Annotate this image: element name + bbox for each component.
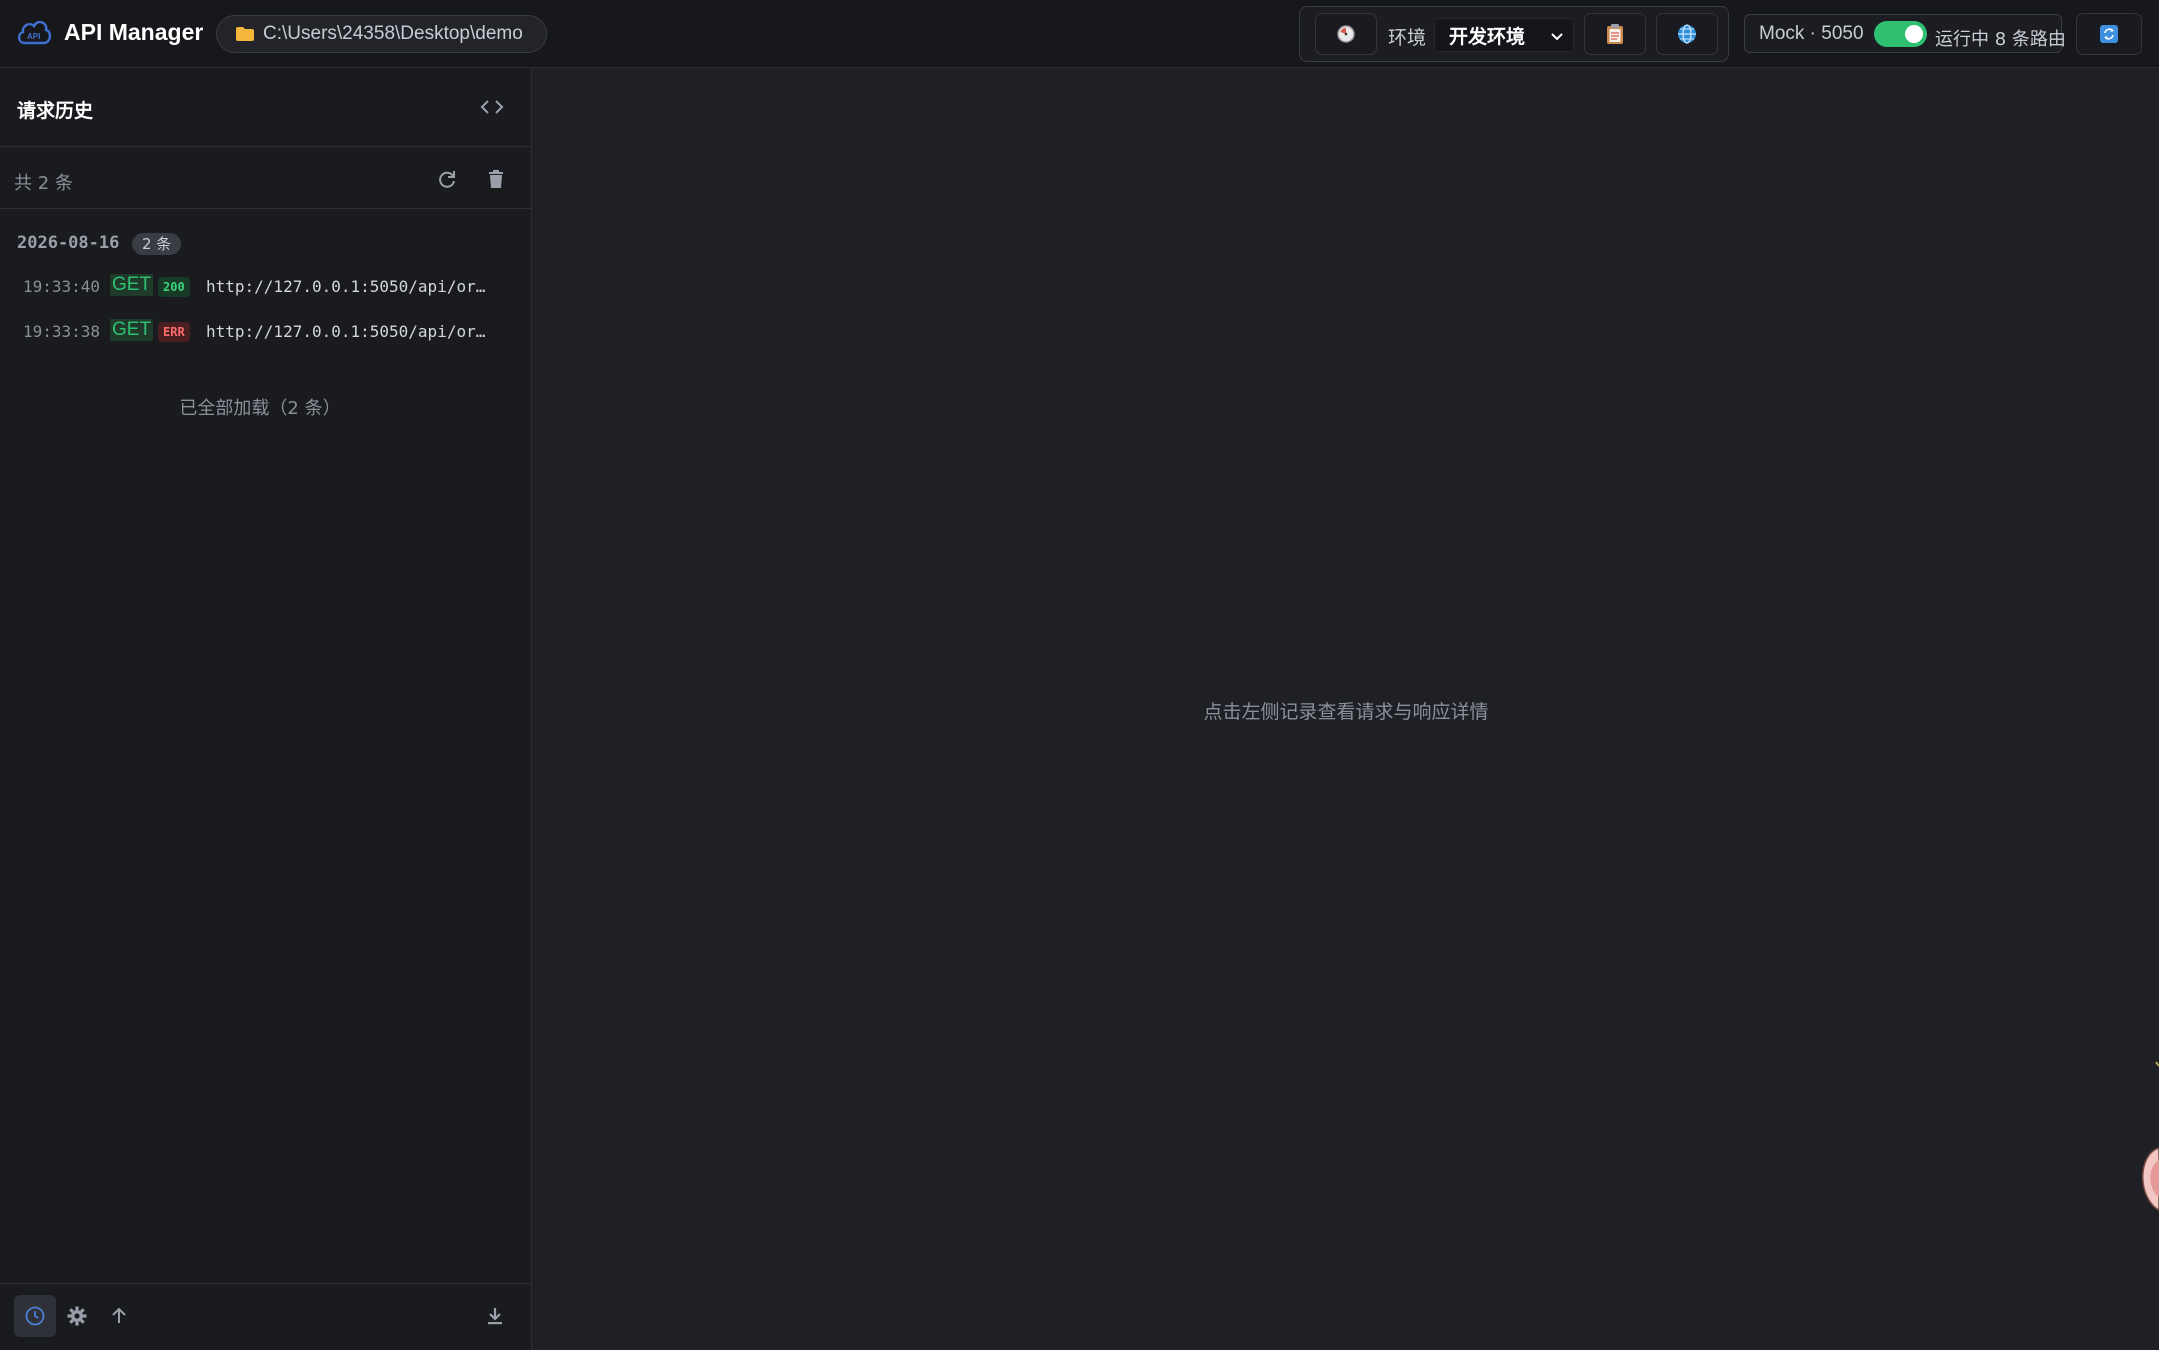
environment-group: 环境 开发环境 bbox=[1299, 6, 1729, 62]
timer-icon bbox=[1337, 25, 1355, 43]
history-item-url: http://127.0.0.1:5050/api/or… bbox=[206, 322, 486, 341]
top-bar: API API Manager C:\Users\24358\Desktop\d… bbox=[0, 0, 2159, 68]
empty-state-hint: 点击左侧记录查看请求与响应详情 bbox=[1203, 701, 1489, 723]
history-count: 共 2 条 bbox=[14, 173, 73, 194]
history-group-date: 2026-08-16 bbox=[17, 233, 120, 253]
mascot-character-icon bbox=[2142, 1061, 2159, 1211]
history-item[interactable]: 19:33:40 GET 200 http://127.0.0.1:5050/a… bbox=[22, 271, 512, 301]
code-icon[interactable] bbox=[480, 98, 504, 116]
sidebar-toolbar: 共 2 条 bbox=[0, 148, 531, 209]
gear-icon bbox=[67, 1306, 87, 1326]
sidebar-footer bbox=[0, 1283, 531, 1350]
folder-icon bbox=[236, 27, 254, 41]
toggle-knob bbox=[1905, 25, 1923, 43]
chevron-down-icon bbox=[1551, 33, 1563, 41]
clipboard-icon bbox=[1607, 24, 1623, 44]
globe-button[interactable] bbox=[1656, 13, 1718, 55]
env-selected-value: 开发环境 bbox=[1449, 25, 1526, 48]
reload-icon bbox=[2100, 25, 2118, 43]
history-group-badge: 2 条 bbox=[132, 233, 182, 255]
trash-icon[interactable] bbox=[485, 168, 507, 190]
sidebar-header: 请求历史 bbox=[0, 68, 531, 147]
reload-button[interactable] bbox=[2076, 13, 2142, 55]
project-path-button[interactable]: C:\Users\24358\Desktop\demo bbox=[216, 15, 547, 53]
timer-button[interactable] bbox=[1315, 13, 1377, 55]
mock-label: Mock · 5050 bbox=[1759, 23, 1864, 44]
project-path-text: C:\Users\24358\Desktop\demo bbox=[263, 23, 523, 44]
history-item-method: GET bbox=[110, 319, 154, 341]
history-tab-button[interactable] bbox=[14, 1295, 56, 1337]
history-item-method: GET bbox=[110, 274, 154, 296]
cloud-api-logo-icon: API bbox=[17, 20, 52, 45]
settings-button[interactable] bbox=[56, 1295, 98, 1337]
download-button[interactable] bbox=[474, 1295, 516, 1337]
mock-server-control: Mock · 5050 运行中 8 条路由 bbox=[1744, 14, 2066, 53]
history-item-url: http://127.0.0.1:5050/api/or… bbox=[206, 277, 486, 296]
mock-toggle[interactable] bbox=[1874, 21, 1927, 47]
env-select[interactable]: 开发环境 bbox=[1434, 18, 1574, 52]
sidebar-title: 请求历史 bbox=[17, 100, 94, 122]
clock-icon bbox=[25, 1306, 45, 1326]
status-badge: 200 bbox=[158, 277, 190, 297]
env-label: 环境 bbox=[1388, 27, 1427, 49]
history-item[interactable]: 19:33:38 GET ERR http://127.0.0.1:5050/a… bbox=[22, 316, 512, 346]
loaded-all-text: 已全部加载（2 条） bbox=[179, 398, 341, 419]
globe-icon bbox=[1678, 24, 1696, 44]
history-item-time: 19:33:40 bbox=[23, 277, 101, 296]
app-title: API Manager bbox=[64, 19, 204, 45]
refresh-icon[interactable] bbox=[436, 168, 458, 190]
history-item-time: 19:33:38 bbox=[23, 322, 101, 341]
download-icon bbox=[488, 1308, 502, 1325]
svg-text:API: API bbox=[27, 32, 40, 41]
arrow-up-icon bbox=[112, 1307, 126, 1323]
clipboard-button[interactable] bbox=[1584, 13, 1646, 55]
mock-status: 运行中 8 条路由 bbox=[1935, 29, 2066, 50]
upload-button[interactable] bbox=[98, 1295, 140, 1337]
history-sidebar: 请求历史 共 2 条 2026-08-16 2 条 19:33:40 GET 2… bbox=[0, 68, 532, 1350]
status-badge: ERR bbox=[158, 322, 190, 342]
